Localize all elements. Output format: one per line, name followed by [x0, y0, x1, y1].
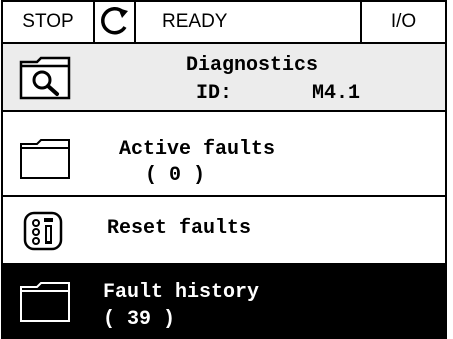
menu-item-label: Fault history: [103, 281, 260, 304]
menu-id-label: ID:: [196, 82, 233, 105]
menu-item-count: ( 0 ): [145, 164, 206, 187]
menu-header: Diagnostics ID: M4.1: [3, 44, 445, 112]
page-title: Diagnostics: [186, 54, 319, 77]
control-place-indicator: I/O: [362, 2, 445, 42]
folder-icon: [20, 139, 70, 179]
menu-item-label: Active faults: [119, 138, 276, 161]
ready-status: READY: [136, 2, 362, 42]
rotation-direction-indicator: [95, 2, 136, 42]
io-label: I/O: [390, 11, 417, 32]
folder-icon: [20, 282, 70, 322]
menu-item-fault-history[interactable]: Fault history ( 39 ): [3, 265, 445, 339]
status-bar: STOP READY I/O: [1, 0, 447, 44]
stop-indicator: STOP: [3, 2, 95, 42]
menu-item-count: ( 39 ): [103, 308, 176, 331]
stop-label: STOP: [22, 11, 74, 32]
rotation-arrow-icon: [100, 7, 128, 35]
reset-icon: [23, 211, 63, 251]
keypad-display: STOP READY I/O Diagnostics ID: M4.1 Acti…: [1, 0, 447, 339]
magnifier-icon: [19, 56, 71, 100]
menu-item-active-faults[interactable]: Active faults ( 0 ): [3, 112, 445, 197]
ready-label: READY: [162, 11, 228, 32]
menu-id-value: M4.1: [312, 82, 361, 105]
menu-item-label: Reset faults: [107, 217, 252, 240]
menu-item-reset-faults[interactable]: Reset faults: [3, 197, 445, 265]
